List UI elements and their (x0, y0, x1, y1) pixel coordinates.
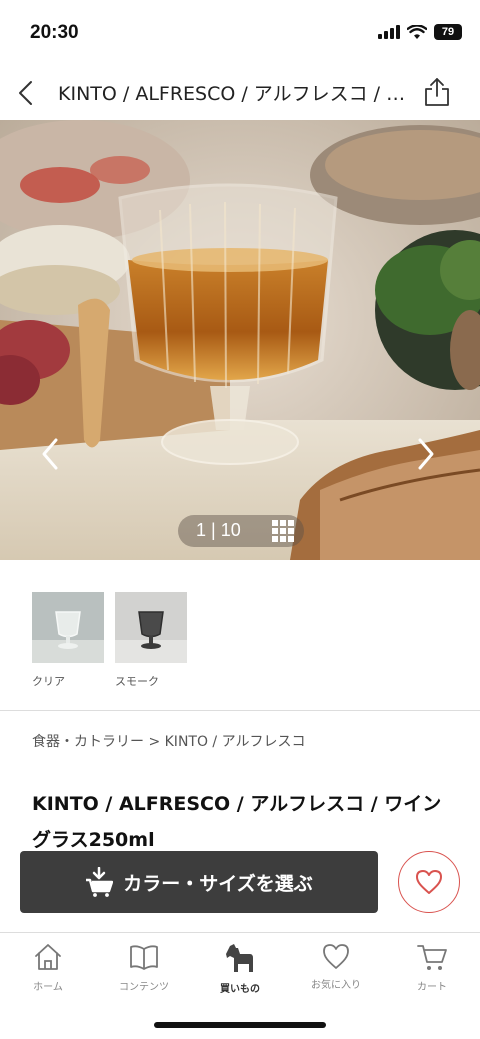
select-color-size-label: カラー・サイズを選ぶ (123, 872, 313, 895)
home-icon (35, 944, 61, 970)
tab-cart-label: カート (417, 982, 447, 993)
horse-icon (226, 944, 253, 972)
previous-image-icon[interactable] (36, 434, 66, 474)
status-icons: 79 (378, 24, 462, 40)
wifi-icon (407, 24, 427, 39)
color-label-smoke: スモーク (115, 675, 159, 688)
status-time: 20:30 (30, 22, 79, 43)
cart-icon (417, 945, 447, 970)
tab-cart[interactable]: カート (384, 942, 480, 1002)
tab-bar-divider (0, 932, 480, 933)
status-bar: 20:30 79 (0, 0, 480, 66)
share-icon[interactable] (422, 76, 452, 108)
next-image-icon[interactable] (410, 434, 440, 474)
tab-contents-label: コンテンツ (119, 982, 169, 993)
color-label-clear: クリア (32, 675, 65, 688)
product-photo (0, 120, 480, 560)
tab-favorites-label: お気に入り (311, 980, 361, 991)
grid-view-icon[interactable] (272, 520, 294, 542)
product-title: KINTO / ALFRESCO / アルフレスコ / ワイングラス250ml (32, 793, 442, 851)
signal-icon (378, 25, 400, 39)
color-swatch-clear[interactable] (32, 592, 104, 663)
product-image-gallery[interactable] (0, 120, 480, 560)
tab-shopping[interactable]: 買いもの (192, 942, 288, 1002)
tab-shopping-label: 買いもの (220, 984, 260, 995)
clear-glass-thumbnail (32, 592, 104, 663)
select-color-size-button[interactable]: カラー・サイズを選ぶ (20, 851, 378, 913)
divider (0, 710, 480, 711)
tab-contents[interactable]: コンテンツ (96, 942, 192, 1002)
tab-favorites[interactable]: お気に入り (288, 942, 384, 1002)
back-icon[interactable] (12, 78, 42, 108)
breadcrumb[interactable]: 食器・カトラリー > KINTO / アルフレスコ (32, 731, 305, 751)
book-icon (130, 945, 158, 970)
heart-icon (323, 944, 349, 969)
color-swatch-smoke[interactable] (115, 592, 187, 663)
nav-bar: KINTO / ALFRESCO / アルフレスコ / ワイングラス250ml (0, 66, 480, 120)
page-title: KINTO / ALFRESCO / アルフレスコ / ワイングラス250ml (58, 83, 410, 105)
battery-icon: 79 (434, 24, 462, 40)
smoke-glass-thumbnail (115, 592, 187, 663)
image-counter: 1 | 10 (196, 520, 241, 540)
favorite-button[interactable] (398, 851, 460, 913)
tab-home[interactable]: ホーム (0, 942, 96, 1002)
add-to-cart-icon (86, 867, 114, 897)
home-indicator (154, 1022, 326, 1028)
tab-home-label: ホーム (33, 982, 63, 993)
heart-outline-icon (416, 870, 442, 894)
